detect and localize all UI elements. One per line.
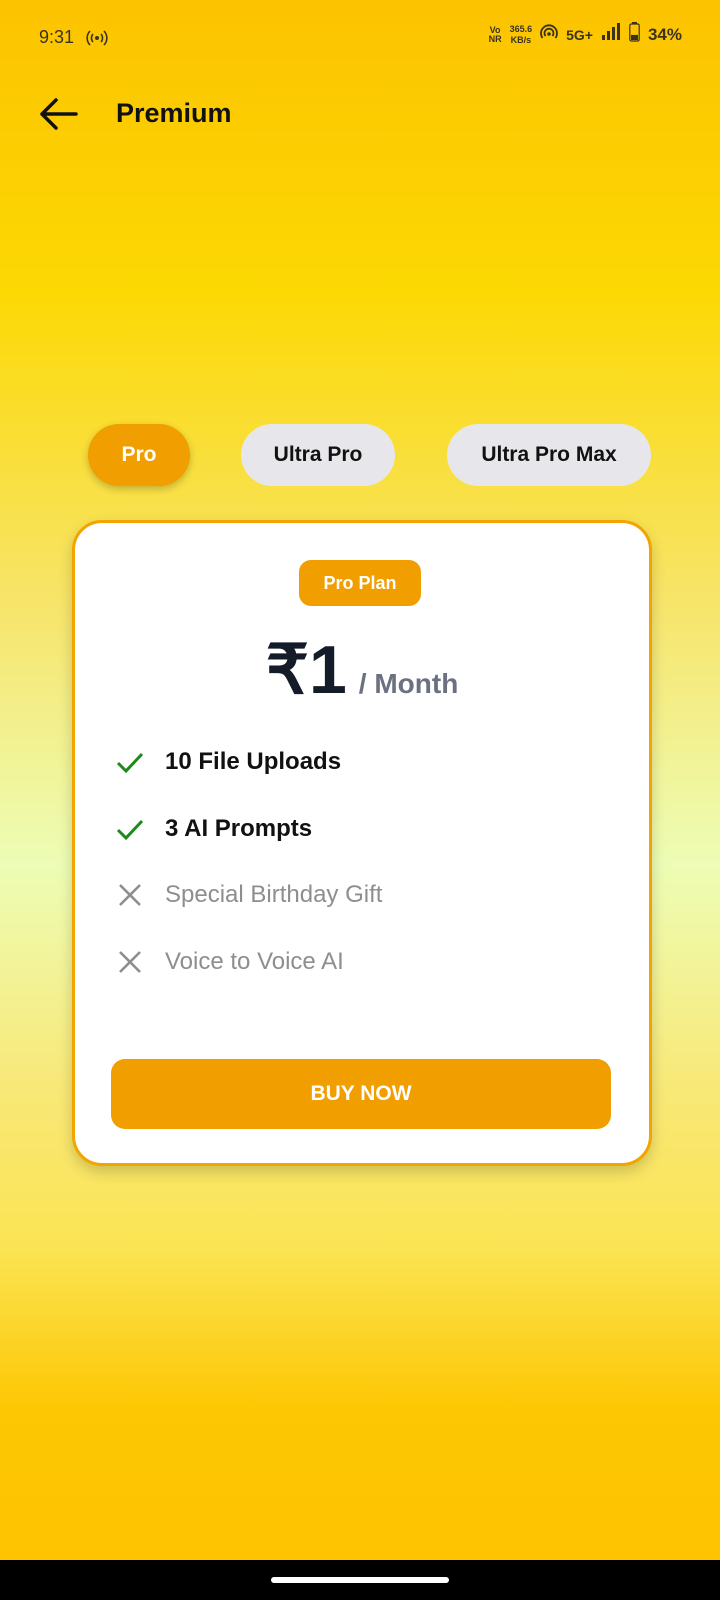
close-icon <box>119 884 141 906</box>
status-time: 9:31 <box>39 27 75 47</box>
hotspot-signal-icon <box>540 23 558 46</box>
back-button[interactable] <box>36 92 80 136</box>
home-gesture-handle[interactable] <box>271 1577 449 1583</box>
feature-item: 10 File Uploads <box>115 747 341 777</box>
vonr-indicator: Vo NR <box>488 24 502 44</box>
feature-item: Voice to Voice AI <box>115 947 344 977</box>
feature-label: 3 AI Prompts <box>165 815 313 842</box>
feature-item: 3 AI Prompts <box>115 814 312 844</box>
buy-now-button[interactable]: BUY NOW <box>111 1059 611 1129</box>
tab-ultra-pro[interactable]: Ultra Pro <box>241 424 395 486</box>
check-icon <box>116 819 144 841</box>
price-row: ₹1 / Month <box>75 631 649 710</box>
network-speed: 365.6 KB/s <box>509 23 533 45</box>
navigation-bar <box>0 1560 720 1600</box>
tab-pro[interactable]: Pro <box>88 424 190 486</box>
network-type: 5G+ <box>566 26 593 43</box>
arrow-left-icon <box>40 98 78 130</box>
hotspot-icon <box>86 29 108 47</box>
plan-price: ₹1 <box>265 632 347 708</box>
app-header: Premium <box>0 84 720 140</box>
check-icon <box>116 752 144 774</box>
plan-period: / Month <box>358 668 459 699</box>
battery-percent: 34% <box>647 24 682 44</box>
tab-ultra-pro-max[interactable]: Ultra Pro Max <box>447 424 651 486</box>
status-bar: 9:31 Vo NR 365.6 KB/s 5G+ 34% <box>0 0 720 76</box>
feature-label: Voice to Voice AI <box>165 948 344 975</box>
plan-card: Pro Plan ₹1 / Month 10 File Uploads 3 AI… <box>72 520 652 1166</box>
close-icon <box>119 951 141 973</box>
signal-icon <box>601 23 621 46</box>
feature-item: Special Birthday Gift <box>115 880 382 910</box>
battery-icon <box>629 22 640 47</box>
feature-label: 10 File Uploads <box>165 748 342 775</box>
feature-label: Special Birthday Gift <box>165 881 383 908</box>
plan-badge: Pro Plan <box>299 560 421 606</box>
page-title: Premium <box>116 98 232 128</box>
